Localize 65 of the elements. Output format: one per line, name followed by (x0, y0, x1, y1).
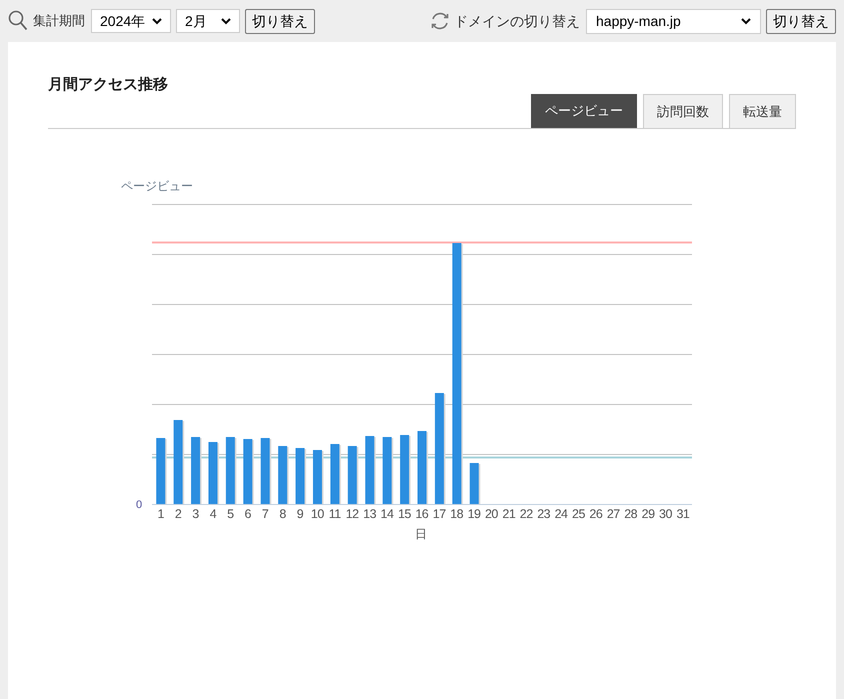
axis-label: 15 (396, 506, 412, 523)
axis-label: 7 (260, 506, 270, 523)
axis-label: 22 (518, 506, 534, 523)
chevron-icon (221, 18, 231, 24)
chart-tab[interactable]: 転送量 (729, 94, 796, 128)
axis-label: 10 (310, 506, 325, 523)
domain-select[interactable]: happy-man.jp (586, 8, 761, 34)
axis-label: 13 (362, 506, 378, 523)
axis-label: 14 (380, 506, 395, 523)
axis-label: 4 (208, 506, 218, 523)
axis-label: 0 (136, 498, 142, 513)
bar (226, 437, 236, 504)
bar (382, 437, 394, 504)
bar (348, 446, 358, 504)
bar (400, 435, 411, 504)
axis-label: 2 (174, 506, 182, 523)
axis-label: 17 (432, 506, 447, 523)
bar (330, 444, 341, 504)
axis-title: 日 (415, 526, 427, 543)
chart-tab[interactable]: ページビュー (531, 94, 637, 128)
refresh-icon (429, 10, 451, 32)
bar (208, 442, 219, 504)
switch-button[interactable]: 切り替え (766, 8, 836, 34)
axis-label: 18 (449, 506, 464, 523)
chevron-icon (152, 18, 162, 24)
axis-label: 12 (344, 506, 360, 523)
bar (296, 448, 306, 504)
axis-title: ページビュー (121, 178, 193, 195)
axis-label: 9 (296, 506, 304, 523)
chart-tab[interactable]: 訪問回数 (643, 94, 723, 128)
axis-label: 21 (501, 506, 516, 523)
bar (278, 446, 289, 504)
bar (260, 438, 272, 504)
period-label: 集計期間 (33, 12, 85, 30)
year-select[interactable]: 2024年 (91, 9, 171, 33)
panel-title: 月間アクセス推移 (48, 75, 169, 94)
axis-label: 6 (244, 506, 252, 523)
search-icon (8, 10, 28, 32)
bar (365, 436, 376, 504)
axis-label: 5 (226, 506, 235, 523)
bar (312, 450, 324, 504)
axis-label: 23 (536, 506, 552, 523)
switch-button[interactable]: 切り替え (245, 8, 315, 34)
axis-label: 19 (466, 506, 482, 523)
axis-label: 1 (156, 506, 165, 523)
axis-label: 11 (328, 506, 342, 523)
axis-label: 30 (658, 506, 673, 523)
axis-label: 26 (588, 506, 604, 523)
axis-label: 20 (484, 506, 499, 523)
bar (470, 463, 480, 504)
axis-label: 16 (414, 506, 430, 523)
bar (191, 437, 202, 504)
axis-label: 3 (191, 506, 200, 523)
axis-label: 31 (675, 506, 690, 523)
axis-label: 24 (554, 506, 569, 523)
bar (243, 439, 254, 504)
axis-label: 27 (606, 506, 621, 523)
chevron-icon (741, 18, 751, 24)
axis-label: 25 (571, 506, 586, 523)
bar (156, 438, 167, 504)
axis-label: 28 (623, 506, 638, 523)
domain-label: ドメインの切り替え (454, 12, 580, 30)
axis-label: 29 (640, 506, 656, 523)
axis-label: 8 (278, 506, 287, 523)
month-select[interactable]: 2月 (176, 9, 240, 33)
